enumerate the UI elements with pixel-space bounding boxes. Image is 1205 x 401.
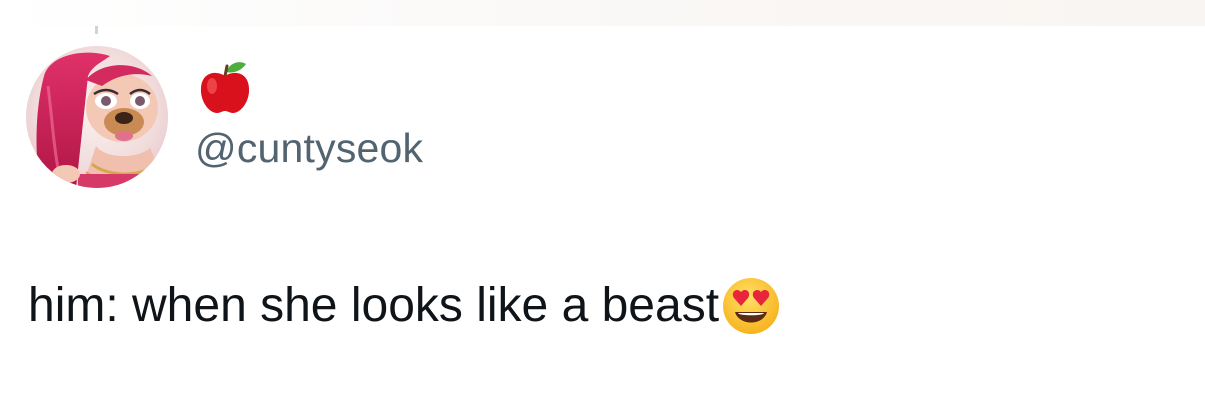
display-name[interactable] [196, 58, 254, 114]
user-handle[interactable]: @cuntyseok [195, 124, 423, 172]
tweet-text: him: when she looks like a beast [28, 276, 781, 336]
tweet-screenshot: @cuntyseok him: when she looks like a be… [0, 0, 1205, 401]
red-apple-icon [196, 58, 254, 114]
top-edge-fade [0, 0, 1205, 26]
heart-eyes-emoji-icon [721, 276, 781, 336]
avatar-image-icon [26, 46, 168, 188]
tweet-text-content: him: when she looks like a beast [28, 279, 720, 332]
thread-line [95, 26, 98, 34]
avatar[interactable] [26, 46, 168, 188]
